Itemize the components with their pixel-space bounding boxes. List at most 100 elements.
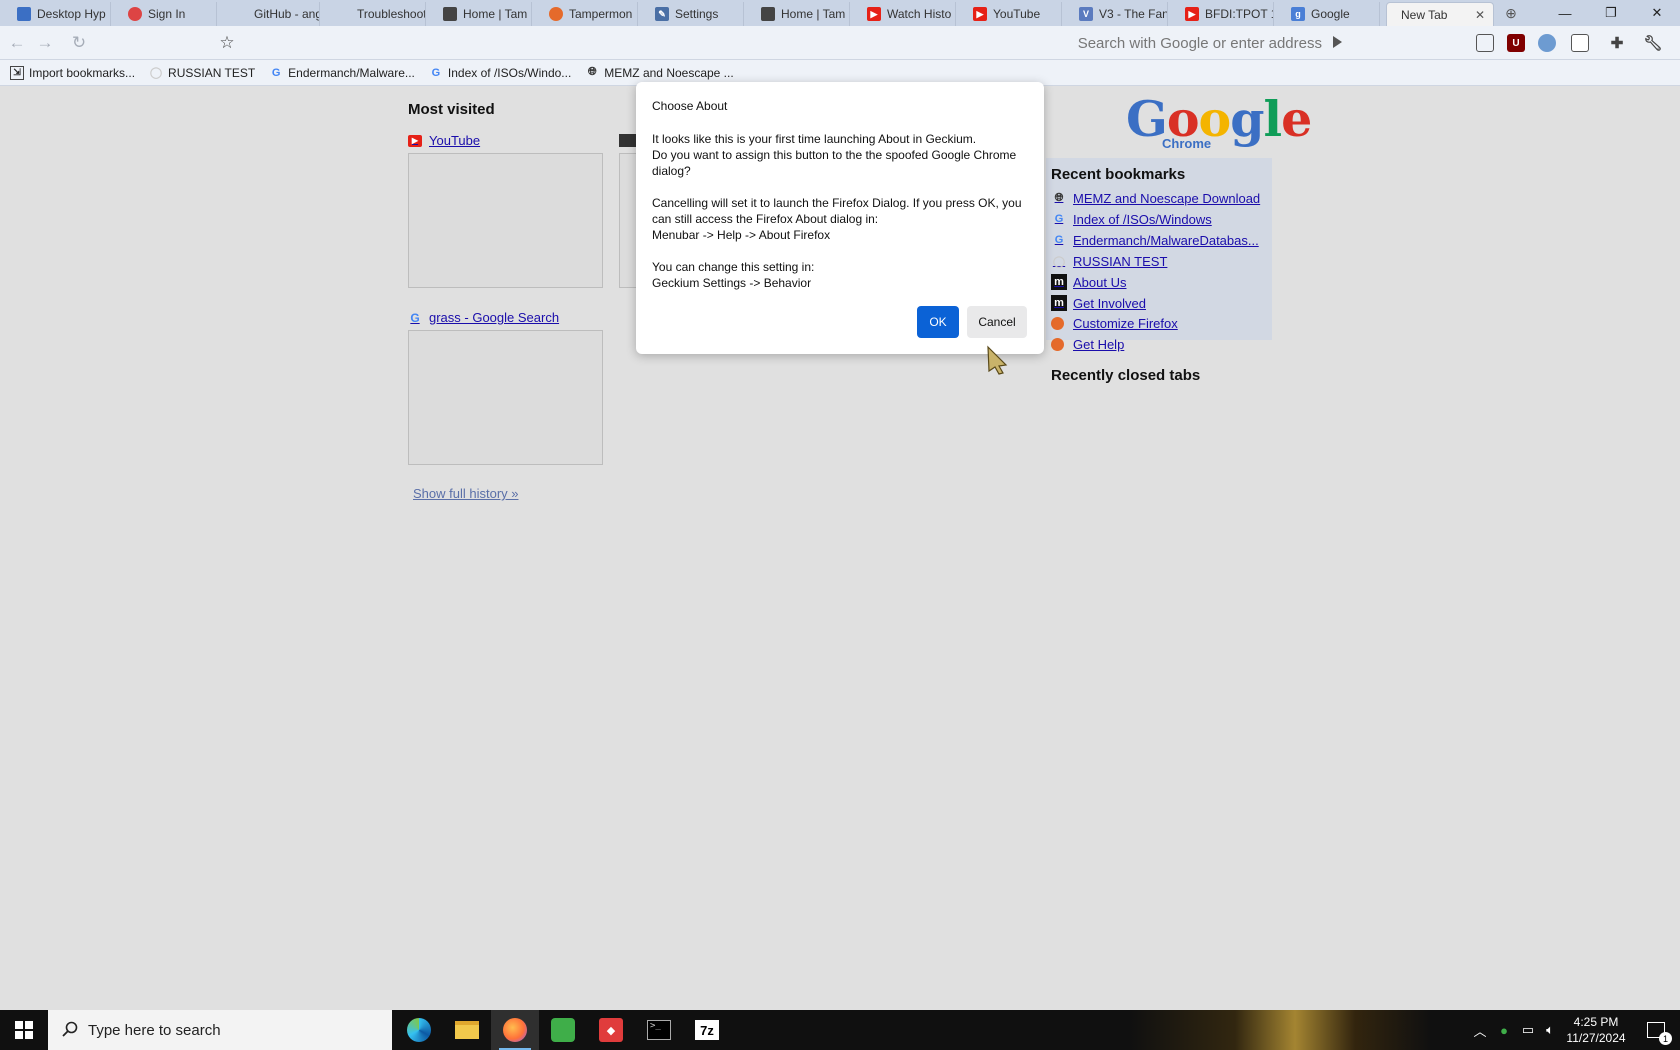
google-chrome-logo: Google Chrome [1126,90,1312,151]
tab-tampermonkey[interactable]: Tampermon [532,2,638,26]
recent-bookmark-item[interactable]: Get Help [1051,337,1124,352]
recent-bookmark-item[interactable]: Customize Firefox [1051,316,1178,331]
wrench-menu-icon[interactable]: 🔧︎ [1643,34,1662,52]
clock-time: 4:25 PM [1573,1015,1619,1029]
bookmark-memz[interactable]: 🌐︎ MEMZ and Noescape ... [585,66,734,80]
recent-bookmark-item[interactable]: 🌐︎ MEMZ and Noescape Download [1051,190,1261,206]
tab-label: Sign In [148,7,186,21]
tab-home-tam[interactable]: Home | Tam [426,2,532,26]
youtube-icon: ▶ [973,7,987,21]
bookmark-index-isos[interactable]: G Index of /ISOs/Windo... [429,66,572,80]
notifications-button[interactable]: 1 [1636,1010,1676,1050]
recent-bookmark-label: About Us [1073,274,1127,290]
wallpaper-peek [1130,1010,1430,1050]
new-tab-button[interactable]: ⊕ [1500,4,1522,22]
bookmark-label: Import bookmarks... [29,65,136,80]
bookmark-endermanch[interactable]: G Endermanch/Malware... [269,66,415,80]
taskbar-clock[interactable]: 4:25 PM 11/27/2024 [1556,1014,1636,1046]
bookmark-import[interactable]: ⇲ Import bookmarks... [10,65,136,80]
tab-new-tab[interactable]: New Tab ✕ [1386,2,1494,26]
address-bar-placeholder: Search with Google or enter address [1077,34,1322,52]
taskbar-edge[interactable] [395,1010,443,1050]
wiki-icon: V [1079,7,1093,21]
tray-people-icon[interactable]: ● [1492,1010,1516,1050]
extension-globe-icon[interactable] [1538,34,1556,52]
back-button[interactable]: ← [6,32,28,54]
recent-bookmarks-panel [1046,158,1272,340]
firefox-icon [549,7,563,21]
google-icon: G [1054,213,1064,225]
bookmark-russian-test[interactable]: ◯ RUSSIAN TEST [149,66,255,80]
ok-button[interactable]: OK [917,306,959,338]
tab-youtube[interactable]: ▶ YouTube [956,2,1062,26]
anydesk-icon: ◆ [599,1018,623,1042]
taskbar-file-explorer[interactable] [443,1010,491,1050]
tab-watch-history[interactable]: ▶ Watch Histo [850,2,956,26]
tab-desktop-hyp[interactable]: Desktop Hyp [0,2,111,26]
tab-settings[interactable]: ✎ Settings [638,2,744,26]
reload-button[interactable]: ↻ [68,32,90,54]
navigation-toolbar: ← → ↻ ☆ Search with Google or enter addr… [0,26,1680,60]
notification-count-badge: 1 [1659,1032,1672,1045]
taskbar-app-green[interactable] [539,1010,587,1050]
go-arrow-icon[interactable] [1333,36,1342,48]
taskbar-terminal[interactable]: >_ [635,1010,683,1050]
tab-label: Tampermon [569,7,633,21]
show-full-history-link[interactable]: Show full history » [413,486,519,501]
start-button[interactable] [0,1010,48,1050]
restore-button[interactable]: ❐ [1588,0,1634,26]
page-menu-icon[interactable] [1571,34,1589,52]
tab-label: Home | Tam [463,7,528,21]
clock-date: 11/27/2024 [1566,1031,1626,1045]
cancel-button[interactable]: Cancel [967,306,1027,338]
recent-bookmarks-title: Recent bookmarks [1051,166,1186,183]
forward-button[interactable]: → [34,32,56,54]
globe-faded-icon: ◯ [149,67,163,79]
recent-bookmark-item[interactable]: ◯ RUSSIAN TEST [1051,253,1168,269]
address-bar[interactable]: Search with Google or enter address [240,31,1340,55]
desktop-icon [17,7,31,21]
tab-label: GitHub - ang [254,7,320,21]
recent-bookmark-label: MEMZ and Noescape Download [1073,190,1261,206]
taskbar-search-placeholder: Type here to search [88,1021,221,1039]
taskbar-firefox[interactable] [491,1010,539,1050]
tab-bfdi[interactable]: ▶ BFDI:TPOT 14 [1168,2,1274,26]
windows-taskbar: Type here to search ◆ >_ 7z ︿ ● ▭ 🔈︎ 4:2… [0,1010,1680,1050]
most-visited-thumbnail[interactable] [408,330,603,465]
taskbar-7zip[interactable]: 7z [683,1010,731,1050]
show-hidden-icons-chevron-icon[interactable]: ︿ [1468,1010,1492,1050]
tab-home-tam-2[interactable]: Home | Tam [744,2,850,26]
ublock-icon[interactable]: U [1507,34,1525,52]
globe-icon: 🌐︎ [1054,191,1064,204]
tab-github[interactable]: GitHub - ang [217,2,320,26]
tab-label: Watch Histo [887,7,952,21]
recent-bookmark-item[interactable]: m About Us [1051,274,1126,290]
tab-troubleshooting[interactable]: Troubleshootin [320,2,426,26]
tab-v3-fandom[interactable]: V V3 - The Fan [1062,2,1168,26]
firefox-icon [1051,338,1064,351]
taskbar-search-box[interactable]: Type here to search [48,1010,392,1050]
most-visited-thumbnail[interactable] [619,153,637,288]
firefox-icon [1051,317,1064,330]
close-window-button[interactable]: ✕ [1634,0,1680,26]
most-visited-thumbnail[interactable] [408,153,603,288]
bookmark-star-icon[interactable]: ☆ [216,32,238,54]
search-icon [62,1021,78,1037]
recent-bookmark-label: Endermanch/MalwareDatabas... [1073,232,1259,248]
extensions-puzzle-icon[interactable]: ✚ [1608,34,1626,52]
tab-sign-in[interactable]: Sign In [111,2,217,26]
most-visited-youtube[interactable]: ▶ YouTube [408,133,480,148]
pocket-icon[interactable] [1476,34,1494,52]
minimize-button[interactable]: — [1542,0,1588,26]
tamper-icon [761,7,775,21]
recent-bookmark-item[interactable]: G Endermanch/MalwareDatabas... [1051,232,1259,248]
recent-bookmark-label: RUSSIAN TEST [1073,253,1168,269]
most-visited-grass-search[interactable]: G grass - Google Search [408,310,559,325]
recent-bookmark-item[interactable]: G Index of /ISOs/Windows [1051,211,1212,227]
tab-google[interactable]: g Google [1274,2,1380,26]
close-tab-icon[interactable]: ✕ [1475,8,1485,22]
recent-bookmark-item[interactable]: m Get Involved [1051,295,1146,311]
network-icon[interactable]: ▭ [1516,1010,1540,1050]
taskbar-app-red[interactable]: ◆ [587,1010,635,1050]
google-icon: G [410,310,420,325]
